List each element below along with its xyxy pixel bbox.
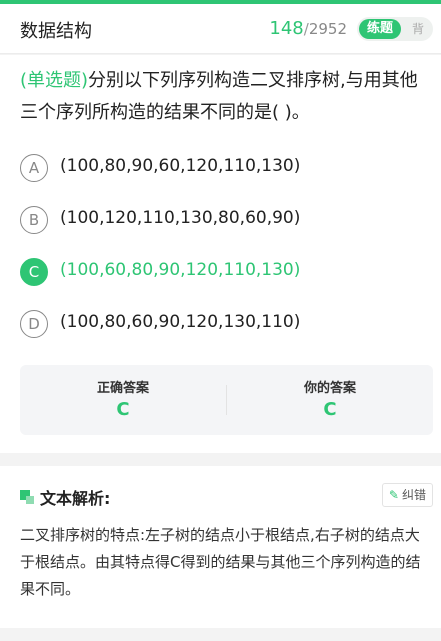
- option-b-text: (100,120,110,130,80,60,90): [60, 208, 301, 228]
- option-b-badge: B: [20, 206, 48, 234]
- option-d-text: (100,80,60,90,120,130,110): [60, 312, 301, 332]
- squares-icon: [20, 490, 34, 504]
- analysis-card: 文本解析: ✎ 纠错 二叉排序树的特点:左子树的结点小于根结点,右子树的结点大于根…: [0, 466, 441, 628]
- mode-recite[interactable]: 背: [407, 19, 429, 39]
- option-d[interactable]: D (100,80,60,90,120,130,110): [20, 309, 430, 339]
- option-c-badge: C: [20, 258, 48, 286]
- question-type: (单选题): [20, 70, 89, 91]
- option-b[interactable]: B (100,120,110,130,80,60,90): [20, 205, 430, 235]
- option-a[interactable]: A (100,80,90,60,120,110,130): [20, 153, 430, 183]
- current-index: 148: [269, 18, 304, 39]
- analysis-text: 二叉排序树的特点:左子树的结点小于根结点,右子树的结点大于根结点。由其特点得C得…: [20, 526, 421, 598]
- answer-panel: 正确答案 C 你的答案 C: [20, 365, 433, 435]
- question-card: (单选题)分别以下列序列构造二叉排序树,与用其他三个序列所构造的结果不同的是( …: [0, 55, 441, 453]
- total-count: 2952: [308, 20, 347, 38]
- report-error-label: 纠错: [401, 488, 426, 502]
- page-title: 数据结构: [20, 21, 92, 42]
- option-d-badge: D: [20, 310, 48, 338]
- mode-toggle[interactable]: 练题 背: [357, 17, 433, 41]
- analysis-title: 文本解析:: [40, 489, 111, 508]
- correct-answer: 正确答案 C: [20, 365, 226, 435]
- correct-answer-value: C: [116, 399, 130, 420]
- option-a-text: (100,80,90,60,120,110,130): [60, 156, 301, 176]
- pen-edit-icon: ✎: [388, 488, 399, 502]
- report-error-button[interactable]: ✎ 纠错: [381, 483, 433, 507]
- header-bar: 数据结构 148/2952 练题 背: [0, 4, 441, 54]
- your-answer-label: 你的答案: [303, 381, 356, 396]
- question-counter: 148/2952: [269, 18, 347, 39]
- option-c[interactable]: C (100,60,80,90,120,110,130): [20, 257, 430, 287]
- option-a-badge: A: [20, 154, 48, 182]
- bottom-spacer: [0, 628, 441, 641]
- question-text: (单选题)分别以下列序列构造二叉排序树,与用其他三个序列所构造的结果不同的是( …: [20, 65, 432, 129]
- your-answer: 你的答案 C: [227, 365, 433, 435]
- correct-answer-label: 正确答案: [96, 381, 149, 396]
- option-c-text: (100,60,80,90,120,110,130): [60, 260, 301, 280]
- mode-practice[interactable]: 练题: [359, 19, 401, 39]
- your-answer-value: C: [323, 399, 337, 420]
